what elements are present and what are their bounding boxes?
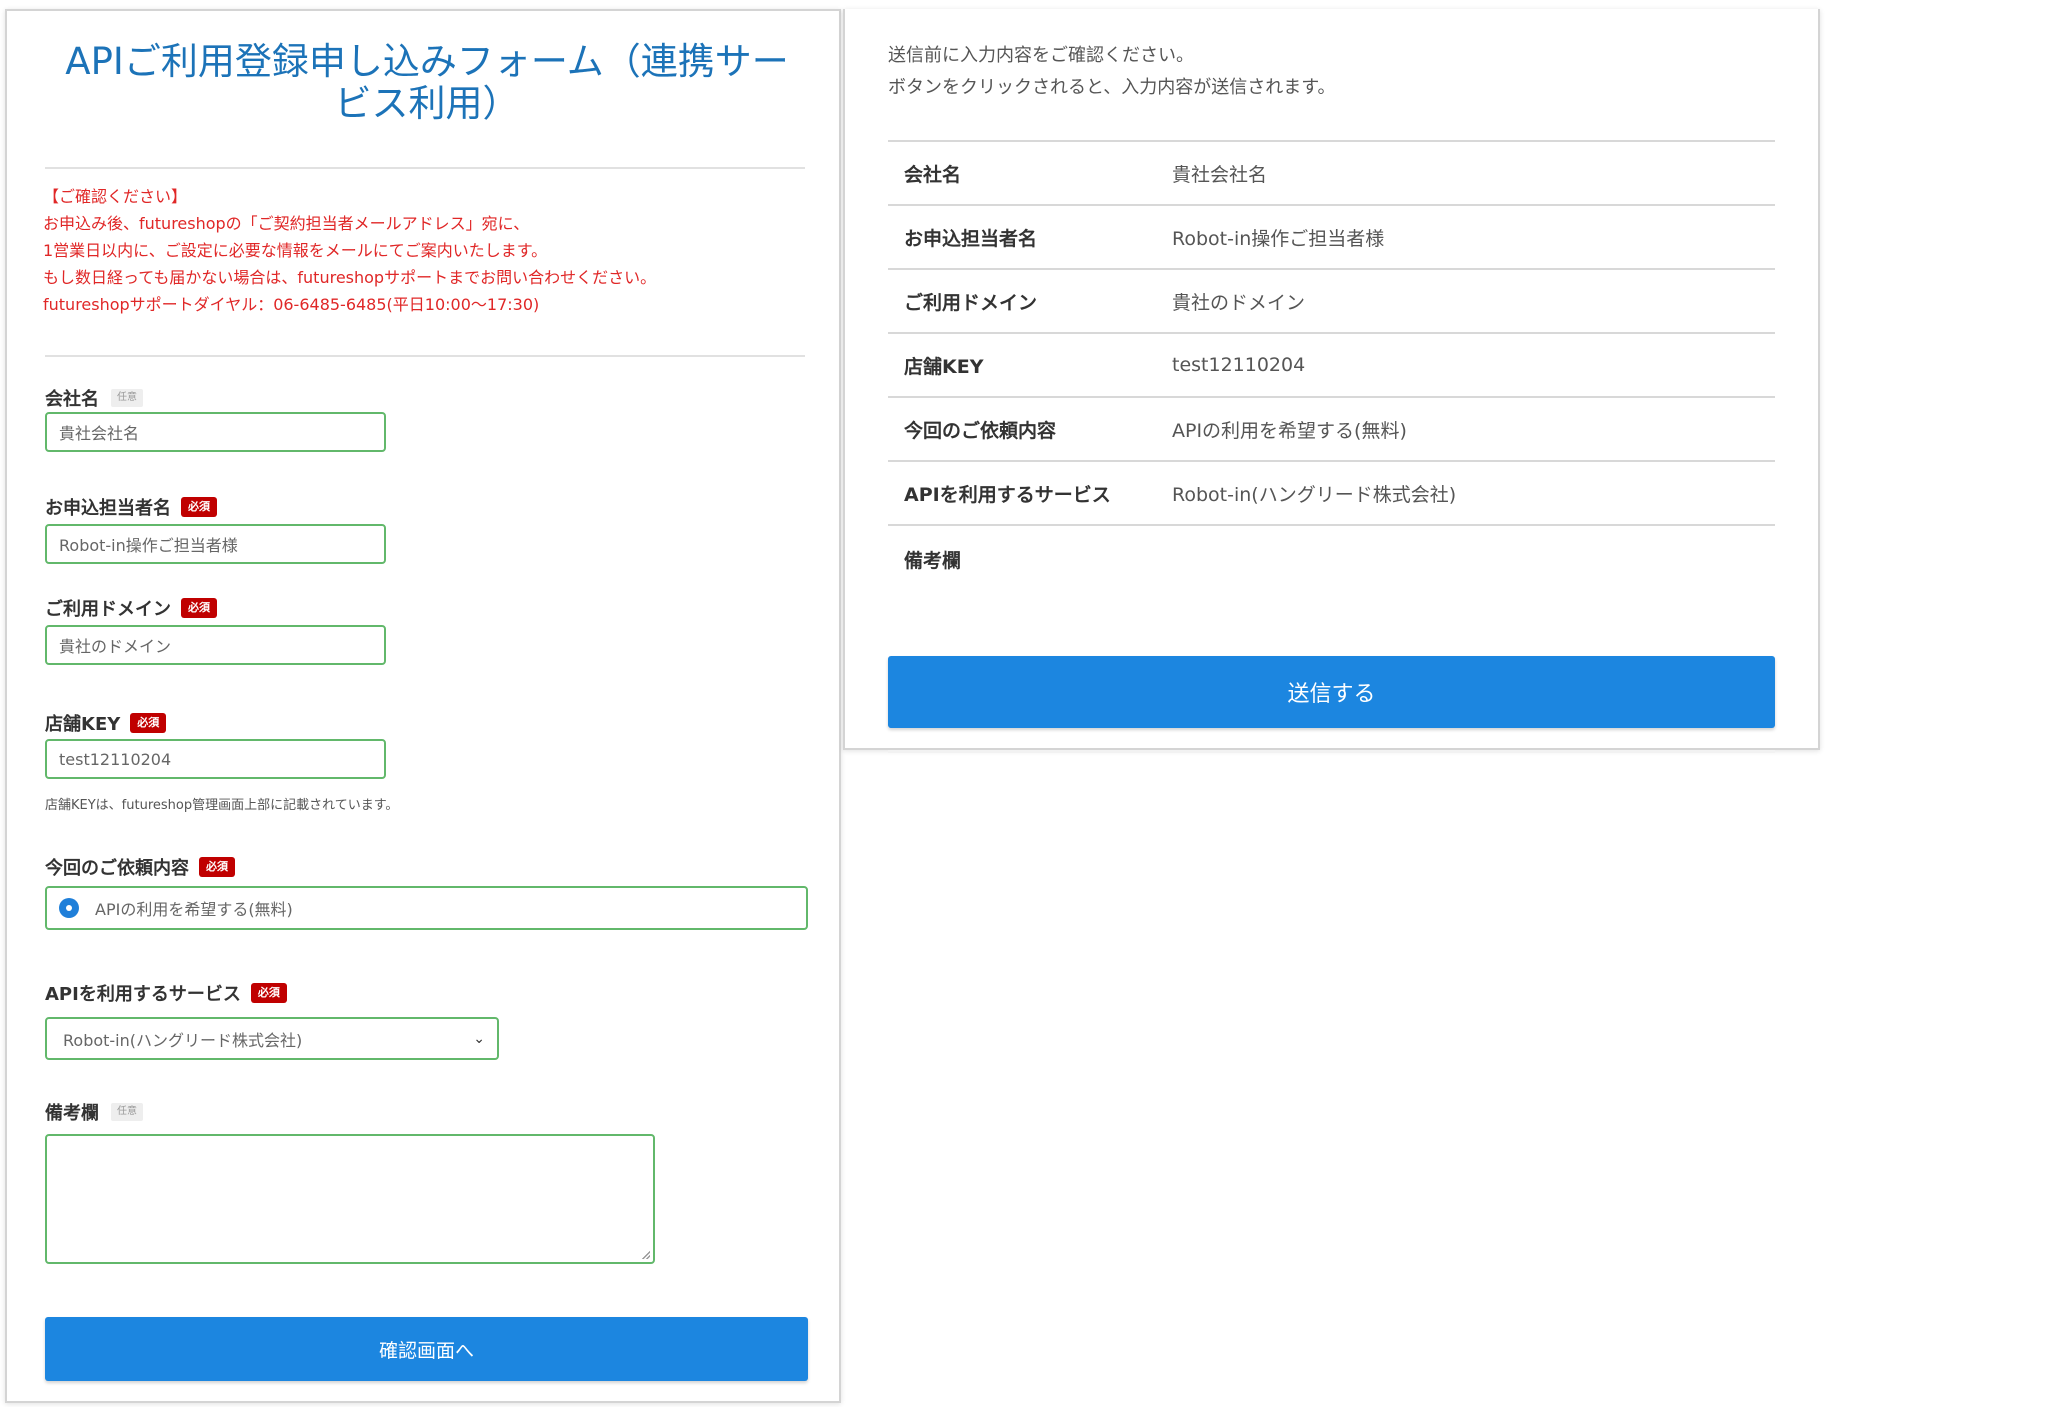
confirm-row: ご利用ドメイン 貴社のドメイン xyxy=(888,268,1775,332)
required-badge: 必須 xyxy=(181,598,217,618)
applicant-label: お申込担当者名 必須 xyxy=(45,494,217,520)
chevron-down-icon: ⌄ xyxy=(473,1030,485,1047)
request-label-text: 今回のご依頼内容 xyxy=(45,858,189,879)
notice-line: 1営業日以内に、ご設定に必要な情報をメールにてご案内いたします。 xyxy=(43,241,548,260)
resize-grip-icon[interactable] xyxy=(642,1251,650,1259)
confirm-row: 会社名 貴社会社名 xyxy=(888,140,1775,204)
confirm-row-key: 今回のご依頼内容 xyxy=(904,419,1057,442)
notice-line: futureshopサポートダイヤル：06-6485-6485(平日10:00～… xyxy=(43,295,540,314)
request-radio-option[interactable]: APIの利用を希望する(無料) xyxy=(45,886,808,930)
confirm-row-key: 店舗KEY xyxy=(904,355,984,378)
domain-input[interactable]: 貴社のドメイン xyxy=(45,625,386,665)
applicant-input[interactable]: Robot-in操作ご担当者様 xyxy=(45,524,386,564)
confirm-row: 備考欄 xyxy=(888,524,1775,602)
remarks-label-text: 備考欄 xyxy=(45,1103,99,1124)
confirm-row-value: Robot-in操作ご担当者様 xyxy=(1172,227,1385,250)
required-badge: 必須 xyxy=(250,983,287,1003)
form-title: APIご利用登録申し込みフォーム（連携サービス利用） xyxy=(65,40,789,125)
store-key-label-text: 店舗KEY xyxy=(45,714,121,735)
optional-badge: 任意 xyxy=(111,389,143,407)
domain-label-text: ご利用ドメイン xyxy=(45,599,171,620)
remarks-label: 備考欄 任意 xyxy=(45,1099,143,1125)
application-form-panel: APIご利用登録申し込みフォーム（連携サービス利用） 【ご確認ください】 お申込… xyxy=(5,9,841,1403)
store-key-hint: 店舗KEYは、futureshop管理画面上部に記載されています。 xyxy=(45,798,399,813)
company-input-value: 貴社会社名 xyxy=(59,424,140,443)
confirm-row-value: APIの利用を希望する(無料) xyxy=(1172,419,1407,442)
confirm-row: APIを利用するサービス Robot-in(ハングリード株式会社) xyxy=(888,460,1775,524)
applicant-label-text: お申込担当者名 xyxy=(45,498,171,519)
request-option-label: APIの利用を希望する(無料) xyxy=(95,900,293,919)
domain-label: ご利用ドメイン 必須 xyxy=(45,595,217,621)
confirm-intro-line: ボタンをクリックされると、入力内容が送信されます。 xyxy=(888,77,1336,98)
service-label: APIを利用するサービス 必須 xyxy=(45,980,287,1006)
store-key-input-value: test12110204 xyxy=(59,749,172,769)
domain-input-value: 貴社のドメイン xyxy=(59,637,172,656)
confirm-row-key: APIを利用するサービス xyxy=(904,483,1111,506)
confirm-row: お申込担当者名 Robot-in操作ご担当者様 xyxy=(888,204,1775,268)
request-label: 今回のご依頼内容 必須 xyxy=(45,854,235,880)
company-label-text: 会社名 xyxy=(45,389,99,410)
required-badge: 必須 xyxy=(199,857,235,877)
company-input[interactable]: 貴社会社名 xyxy=(45,412,386,452)
divider xyxy=(45,167,805,169)
applicant-input-value: Robot-in操作ご担当者様 xyxy=(59,536,238,555)
confirm-table: 会社名 貴社会社名 お申込担当者名 Robot-in操作ご担当者様 ご利用ドメイ… xyxy=(888,140,1775,602)
notice-line: もし数日経っても届かない場合は、futureshopサポートまでお問い合わせくだ… xyxy=(43,268,657,287)
confirm-screen-button-label: 確認画面へ xyxy=(378,1339,474,1362)
send-button[interactable]: 送信する xyxy=(888,656,1775,728)
service-label-text: APIを利用するサービス xyxy=(45,984,241,1005)
confirm-row-key: 会社名 xyxy=(904,163,962,186)
store-key-input[interactable]: test12110204 xyxy=(45,739,386,779)
confirm-row-key: ご利用ドメイン xyxy=(904,291,1038,314)
notice-line: お申込み後、futureshopの「ご契約担当者メールアドレス」宛に、 xyxy=(43,214,530,233)
radio-selected-icon[interactable] xyxy=(59,898,79,918)
divider xyxy=(888,750,1775,753)
required-badge: 必須 xyxy=(130,713,167,733)
confirm-row: 店舗KEY test12110204 xyxy=(888,332,1775,396)
required-badge: 必須 xyxy=(181,497,217,517)
confirm-screen-button[interactable]: 確認画面へ xyxy=(45,1317,808,1381)
confirm-intro: 送信前に入力内容をご確認ください。 ボタンをクリックされると、入力内容が送信され… xyxy=(888,40,1335,104)
service-selected-value: Robot-in(ハングリード株式会社) xyxy=(63,1030,303,1050)
service-select[interactable]: Robot-in(ハングリード株式会社) ⌄ xyxy=(45,1017,499,1060)
notice-block: 【ご確認ください】 お申込み後、futureshopの「ご契約担当者メールアドレ… xyxy=(43,183,656,318)
confirm-row-key: お申込担当者名 xyxy=(904,227,1038,250)
confirm-row-value: 貴社会社名 xyxy=(1172,163,1268,186)
divider xyxy=(45,355,805,357)
remarks-textarea[interactable] xyxy=(45,1134,655,1264)
confirmation-panel: 送信前に入力内容をご確認ください。 ボタンをクリックされると、入力内容が送信され… xyxy=(843,9,1820,753)
optional-badge: 任意 xyxy=(111,1103,143,1121)
store-key-label: 店舗KEY 必須 xyxy=(45,710,167,736)
confirm-row-value: Robot-in(ハングリード株式会社) xyxy=(1172,483,1457,506)
notice-line: 【ご確認ください】 xyxy=(43,187,188,206)
confirm-row: 今回のご依頼内容 APIの利用を希望する(無料) xyxy=(888,396,1775,460)
send-button-label: 送信する xyxy=(1287,682,1376,707)
confirm-intro-line: 送信前に入力内容をご確認ください。 xyxy=(888,45,1194,66)
company-label: 会社名 任意 xyxy=(45,385,143,411)
confirm-row-key: 備考欄 xyxy=(904,550,962,572)
confirm-row-value: 貴社のドメイン xyxy=(1172,291,1306,314)
confirm-row-value: test12110204 xyxy=(1172,354,1306,376)
